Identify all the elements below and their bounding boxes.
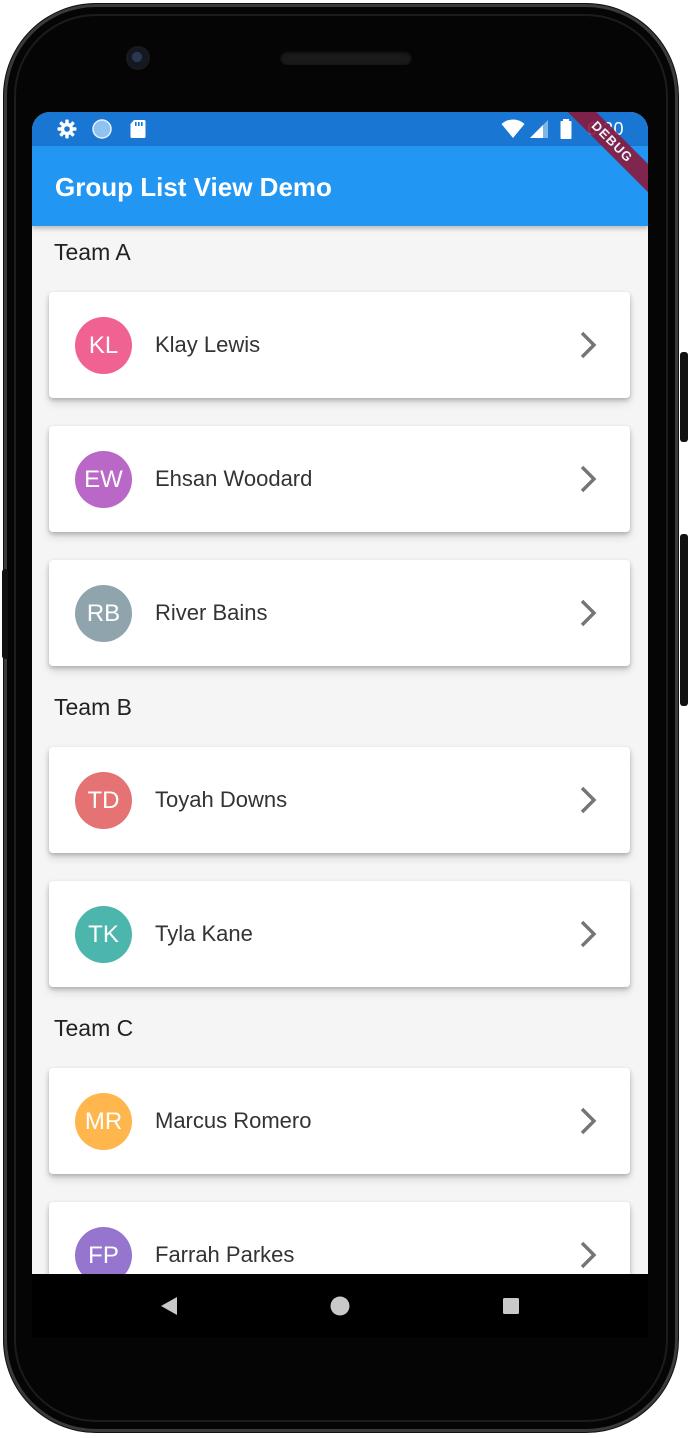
- person-name: Farrah Parkes: [155, 1242, 295, 1267]
- group-header-team-b: Team B: [54, 694, 132, 720]
- wifi-icon: [501, 119, 525, 139]
- list-item[interactable]: MR Marcus Romero: [49, 1068, 630, 1174]
- grouped-list[interactable]: Team A KL Klay Lewis EW Ehsan Woodard RB…: [32, 226, 648, 1274]
- avatar: TK: [75, 906, 132, 963]
- sd-card-icon: [128, 119, 148, 139]
- person-name: Klay Lewis: [155, 332, 261, 357]
- recents-icon[interactable]: [499, 1294, 523, 1318]
- chevron-right-icon: [580, 1107, 597, 1135]
- home-icon[interactable]: [328, 1294, 352, 1318]
- list-item[interactable]: EW Ehsan Woodard: [49, 426, 630, 532]
- chevron-right-icon: [580, 465, 597, 493]
- person-name: River Bains: [155, 600, 268, 625]
- list-item[interactable]: RB River Bains: [49, 560, 630, 666]
- avatar: MR: [75, 1093, 132, 1150]
- list-item[interactable]: FP Farrah Parkes: [49, 1202, 630, 1274]
- signal-icon: [529, 119, 549, 139]
- gear-icon: [57, 119, 77, 139]
- side-button: [2, 569, 8, 659]
- chevron-right-icon: [580, 786, 597, 814]
- avatar: EW: [75, 451, 132, 508]
- avatar: RB: [75, 585, 132, 642]
- avatar: KL: [75, 317, 132, 374]
- avatar: TD: [75, 772, 132, 829]
- battery-icon: [559, 119, 573, 139]
- app-bar: Group List View Demo: [32, 146, 648, 226]
- person-name: Ehsan Woodard: [155, 466, 313, 491]
- circle-icon: [92, 119, 112, 139]
- power-button: [680, 352, 688, 442]
- chevron-right-icon: [580, 331, 597, 359]
- person-name: Toyah Downs: [155, 787, 288, 812]
- app-title: Group List View Demo: [55, 172, 332, 202]
- list-item[interactable]: TD Toyah Downs: [49, 747, 630, 853]
- earpiece-speaker: [280, 51, 412, 65]
- group-header-team-c: Team C: [54, 1015, 134, 1041]
- chevron-right-icon: [580, 599, 597, 627]
- avatar: FP: [75, 1227, 132, 1274]
- status-bar: 6:20: [32, 112, 648, 146]
- screen: 6:20 DEBUG Group List View Demo Team A K…: [32, 112, 648, 1338]
- front-camera: [128, 48, 148, 68]
- list-item[interactable]: KL Klay Lewis: [49, 292, 630, 398]
- list-item[interactable]: TK Tyla Kane: [49, 881, 630, 987]
- navigation-bar: [32, 1274, 648, 1338]
- volume-button: [680, 534, 688, 706]
- group-header-team-a: Team A: [54, 239, 131, 265]
- chevron-right-icon: [580, 1241, 597, 1269]
- chevron-right-icon: [580, 920, 597, 948]
- back-icon[interactable]: [157, 1294, 181, 1318]
- person-name: Marcus Romero: [155, 1108, 312, 1133]
- person-name: Tyla Kane: [155, 921, 253, 946]
